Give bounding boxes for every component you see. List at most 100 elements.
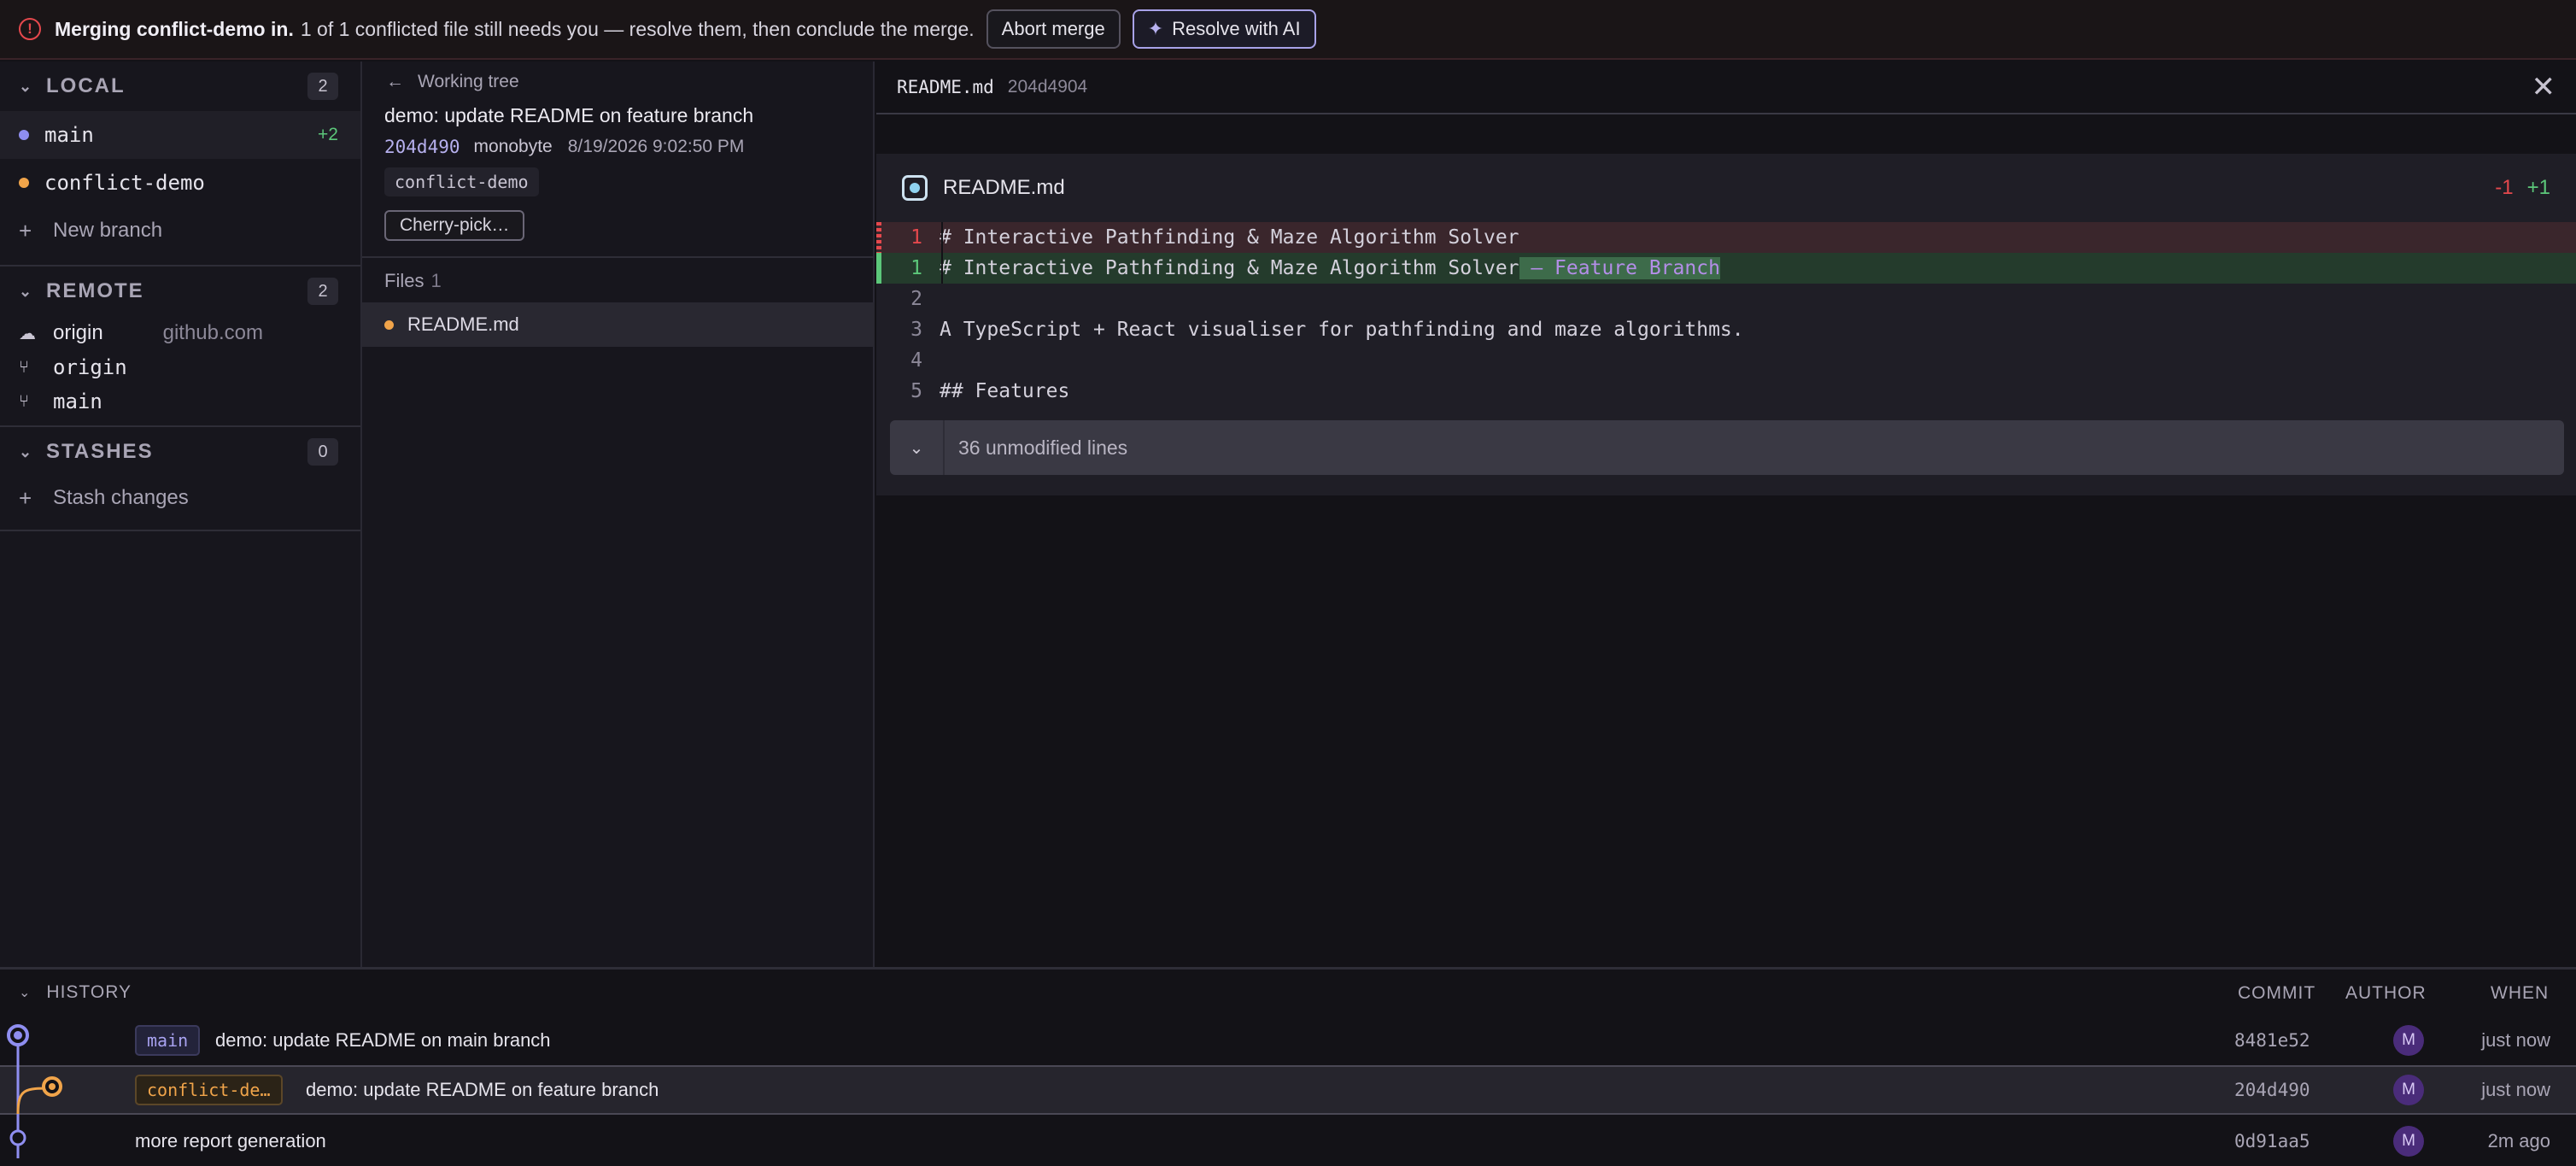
- close-icon[interactable]: ✕: [2532, 70, 2556, 104]
- new-branch-label: New branch: [53, 219, 163, 242]
- commit-message: more report generation: [135, 1130, 326, 1151]
- diff-line-added: 1 # Interactive Pathfinding & Maze Algor…: [876, 253, 2576, 284]
- stashes-count-badge: 0: [307, 438, 338, 466]
- commit-meta: 204d490 monobyte 8/19/2026 9:02:50 PM: [384, 137, 744, 157]
- branch-name: conflict-demo: [44, 171, 205, 195]
- remote-section-header[interactable]: ⌄ REMOTE 2: [0, 267, 360, 316]
- diff-line-context: 4: [876, 345, 2576, 376]
- new-branch-button[interactable]: + New branch: [0, 207, 360, 255]
- branch-badge: conflict-demo: [384, 167, 539, 196]
- files-label: Files: [384, 270, 424, 291]
- remote-branch-main[interactable]: ⑂ main: [0, 384, 360, 419]
- column-commit: COMMIT: [2238, 983, 2316, 1003]
- chevron-down-icon: ⌄: [890, 420, 945, 475]
- stashes-section-header[interactable]: ⌄ STASHES 0: [0, 427, 360, 477]
- plus-icon: +: [19, 217, 32, 243]
- banner-message: 1 of 1 conflicted file still needs you —…: [300, 17, 975, 40]
- arrow-left-icon: ←: [386, 72, 404, 91]
- sparkle-icon: ✦: [1147, 18, 1164, 39]
- branch-tag: conflict-de…: [135, 1075, 283, 1105]
- stash-changes-label: Stash changes: [53, 486, 189, 509]
- line-number: 3: [910, 319, 922, 341]
- branch-tag: main: [135, 1025, 201, 1056]
- cherry-pick-button[interactable]: Cherry-pick…: [384, 210, 525, 241]
- file-diff-header[interactable]: README.md -1 +1: [876, 154, 2576, 222]
- banner-title: Merging conflict-demo in.: [55, 17, 294, 40]
- back-to-working-tree-link[interactable]: ← Working tree: [386, 72, 519, 92]
- unmodified-lines-label: 36 unmodified lines: [958, 436, 1128, 459]
- commit-date: 8/19/2026 9:02:50 PM: [567, 137, 745, 156]
- deletions-count: -1: [2495, 176, 2514, 199]
- history-title: HISTORY: [46, 982, 132, 1002]
- commit-time: just now: [2481, 1029, 2550, 1051]
- local-section-title: LOCAL: [46, 74, 126, 97]
- commit-hash: 0d91aa5: [2234, 1131, 2310, 1151]
- history-row[interactable]: more report generation 0d91aa5 M 2m ago: [0, 1116, 2576, 1166]
- plus-icon: +: [19, 484, 32, 511]
- file-modified-icon: [902, 175, 928, 201]
- local-count-badge: 2: [307, 73, 338, 100]
- commit-time: 2m ago: [2487, 1130, 2550, 1151]
- abort-merge-button[interactable]: Abort merge: [986, 9, 1121, 49]
- remote-branch-origin[interactable]: ⑂ origin: [0, 350, 360, 384]
- git-branch-icon: ⑂: [19, 391, 29, 411]
- files-header: Files 1: [384, 270, 442, 292]
- resolve-with-ai-label: Resolve with AI: [1172, 18, 1301, 39]
- line-number: 1: [910, 226, 922, 249]
- chevron-down-icon: ⌄: [19, 442, 34, 460]
- divider: [362, 256, 875, 258]
- file-item[interactable]: README.md: [362, 302, 875, 347]
- branch-name: main: [44, 123, 94, 147]
- history-row[interactable]: main demo: update README on main branch …: [0, 1016, 2576, 1065]
- commit-message: demo: update README on feature branch: [384, 104, 754, 126]
- local-section-header[interactable]: ⌄ LOCAL 2: [0, 62, 360, 111]
- stash-changes-button[interactable]: + Stash changes: [0, 477, 360, 519]
- remote-host: github.com: [162, 321, 263, 344]
- commit-hash: 8481e52: [2234, 1030, 2310, 1051]
- history-row-selected[interactable]: conflict-de… demo: update README on feat…: [0, 1065, 2576, 1115]
- remote-section-title: REMOTE: [46, 279, 144, 302]
- resolve-with-ai-button[interactable]: ✦ Resolve with AI: [1132, 9, 1316, 49]
- files-count: 1: [430, 270, 442, 291]
- diff-panel: README.md 204d4904 ✕ README.md -1 +1 1 #…: [876, 62, 2576, 967]
- stashes-section-title: STASHES: [46, 440, 154, 463]
- avatar: M: [2393, 1126, 2424, 1157]
- remote-branch-name: main: [53, 390, 102, 413]
- diff-header: README.md 204d4904 ✕: [876, 62, 2576, 114]
- line-code: # Interactive Pathfinding & Maze Algorit…: [940, 226, 1519, 249]
- back-label: Working tree: [418, 72, 519, 91]
- branch-dot-icon: [19, 130, 29, 140]
- line-code-base: # Interactive Pathfinding & Maze Algorit…: [940, 257, 1519, 279]
- chevron-down-icon: ⌄: [19, 77, 34, 95]
- unmodified-lines-expander[interactable]: ⌄ 36 unmodified lines: [890, 420, 2564, 475]
- sidebar: ⌄ LOCAL 2 main +2 conflict-demo + New br…: [0, 62, 362, 967]
- remote-origin[interactable]: ☁ origin github.com: [0, 316, 360, 350]
- additions-count: +1: [2526, 176, 2550, 199]
- remote-branch-name: origin: [53, 355, 127, 379]
- git-branch-icon: ⑂: [19, 357, 29, 377]
- diff-commit-hash: 204d4904: [1007, 77, 1088, 97]
- line-number: 1: [910, 257, 922, 279]
- column-when: WHEN: [2491, 983, 2550, 1003]
- line-code: # Interactive Pathfinding & Maze Algorit…: [940, 257, 1720, 279]
- line-code: ## Features: [940, 380, 1070, 402]
- commit-hash: 204d490: [2234, 1080, 2310, 1100]
- file-name: README.md: [407, 313, 519, 335]
- line-code: A TypeScript + React visualiser for path…: [940, 319, 1744, 341]
- alert-circle-icon: !: [19, 18, 41, 40]
- commit-time: just now: [2481, 1079, 2550, 1100]
- history-header[interactable]: ⌄ HISTORY COMMIT AUTHOR WHEN: [0, 970, 2576, 1016]
- commit-hash[interactable]: 204d490: [384, 137, 460, 157]
- branch-item-main[interactable]: main +2: [0, 111, 360, 159]
- diff-line-context: 5 ## Features: [876, 376, 2576, 407]
- line-number: 5: [910, 380, 922, 402]
- diff-line-context: 3 A TypeScript + React visualiser for pa…: [876, 314, 2576, 345]
- avatar: M: [2393, 1025, 2424, 1056]
- cloud-icon: ☁: [19, 324, 36, 343]
- ahead-count: +2: [318, 125, 338, 144]
- chevron-down-icon: ⌄: [19, 282, 34, 300]
- file-diff-name: README.md: [943, 176, 1065, 199]
- commit-author: monobyte: [473, 137, 553, 156]
- merge-banner: ! Merging conflict-demo in. 1 of 1 confl…: [0, 0, 2576, 60]
- branch-item-conflict-demo[interactable]: conflict-demo: [0, 159, 360, 207]
